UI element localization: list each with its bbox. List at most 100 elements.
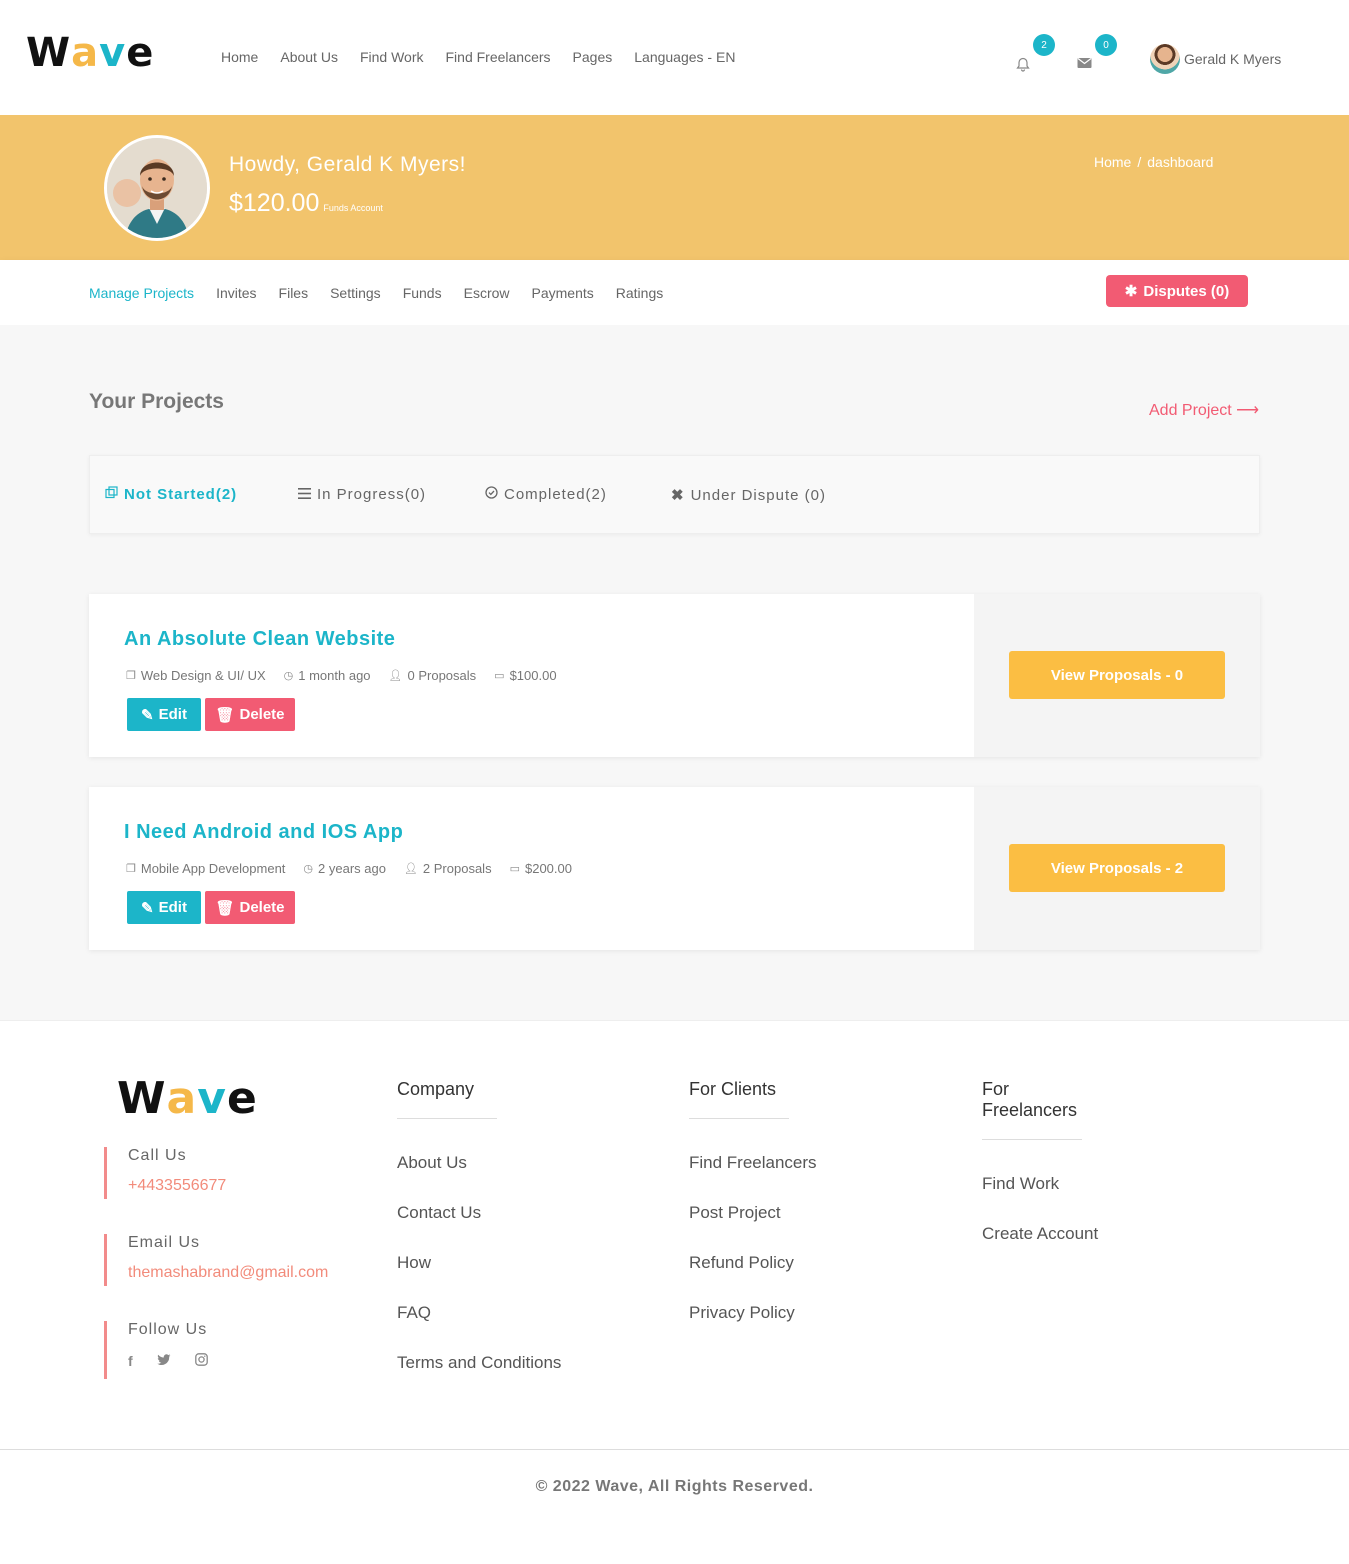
footer-link-refund-policy[interactable]: Refund Policy: [689, 1253, 817, 1273]
project-meta: ❐ Mobile App Development ◷ 2 years ago 👤︎ 2…: [126, 861, 572, 876]
footer-link-how[interactable]: How: [397, 1253, 561, 1273]
tab-in-progress-label: In Progress(0): [317, 486, 427, 503]
notifications-badge: 2: [1033, 34, 1055, 56]
tab-payments[interactable]: Payments: [532, 285, 594, 301]
tab-funds[interactable]: Funds: [403, 285, 442, 301]
instagram-icon[interactable]: [194, 1353, 208, 1369]
nav-home[interactable]: Home: [221, 49, 258, 65]
footer-link-faq[interactable]: FAQ: [397, 1303, 561, 1323]
close-icon: ✖: [671, 487, 685, 504]
project-meta: ❐ Web Design & UI/ UX ◷ 1 month ago 👤︎ 0 Pr…: [126, 668, 557, 683]
footer-link-about-us[interactable]: About Us: [397, 1153, 561, 1173]
delete-button[interactable]: 🗑︎ Delete: [205, 891, 295, 924]
breadcrumb-home[interactable]: Home: [1094, 154, 1131, 170]
facebook-icon[interactable]: f: [128, 1353, 133, 1369]
user-name: Gerald K Myers: [1184, 51, 1282, 67]
tab-under-dispute-label: Under Dispute (0): [690, 486, 826, 504]
footer-heading: For Freelancers: [982, 1079, 1082, 1140]
tab-completed[interactable]: Completed(2): [485, 486, 607, 503]
footer-link-find-freelancers[interactable]: Find Freelancers: [689, 1153, 817, 1173]
tab-manage-projects[interactable]: Manage Projects: [89, 285, 194, 301]
email-label: Email Us: [128, 1234, 201, 1251]
bell-icon[interactable]: [1012, 53, 1034, 75]
project-card: I Need Android and IOS App ❐ Mobile App D…: [89, 787, 1260, 950]
add-project-link[interactable]: Add Project ⟶: [1149, 400, 1259, 420]
project-title[interactable]: An Absolute Clean Website: [124, 628, 395, 651]
nav-about-us[interactable]: About Us: [280, 49, 338, 65]
tab-settings[interactable]: Settings: [330, 285, 381, 301]
project-proposals: 0 Proposals: [407, 668, 477, 683]
footer-link-privacy-policy[interactable]: Privacy Policy: [689, 1303, 817, 1323]
tab-ratings[interactable]: Ratings: [616, 285, 663, 301]
messages-badge: 0: [1095, 34, 1117, 56]
user-icon: 👤︎: [388, 670, 403, 682]
check-circle-icon: [485, 486, 498, 503]
tab-escrow[interactable]: Escrow: [464, 285, 510, 301]
copyright: © 2022 Wave, All Rights Reserved.: [0, 1449, 1349, 1564]
footer-column-company: Company About Us Contact Us How FAQ Term…: [397, 1079, 561, 1373]
footer-heading: Company: [397, 1079, 497, 1119]
clock-icon: ◷: [303, 863, 314, 875]
project-card: An Absolute Clean Website ❐ Web Design & …: [89, 594, 1260, 757]
tab-files[interactable]: Files: [279, 285, 309, 301]
user-menu[interactable]: Gerald K Myers: [1150, 44, 1281, 74]
tab-in-progress[interactable]: In Progress(0): [298, 486, 426, 503]
project-posted: 1 month ago: [298, 668, 371, 683]
project-budget: $100.00: [509, 668, 557, 683]
nav-find-freelancers[interactable]: Find Freelancers: [446, 49, 551, 65]
site-footer: Wave Call Us +4433556677 Email Us themas…: [0, 1020, 1349, 1448]
money-icon: ▭: [494, 670, 505, 682]
breadcrumb-current: dashboard: [1147, 154, 1214, 170]
twitter-icon[interactable]: [156, 1353, 171, 1369]
footer-link-contact-us[interactable]: Contact Us: [397, 1203, 561, 1223]
envelope-icon[interactable]: [1073, 52, 1095, 74]
category-icon: ❐: [126, 863, 136, 875]
footer-column-clients: For Clients Find Freelancers Post Projec…: [689, 1079, 817, 1323]
footer-link-post-project[interactable]: Post Project: [689, 1203, 817, 1223]
tab-not-started-label: Not Started(2): [124, 486, 238, 503]
edit-button[interactable]: ✎ Edit: [127, 891, 201, 924]
project-posted: 2 years ago: [318, 861, 386, 876]
wave-logo-footer[interactable]: Wave: [117, 1073, 258, 1124]
clock-icon: ◷: [283, 670, 294, 682]
delete-label: Delete: [239, 706, 285, 723]
project-budget: $200.00: [524, 861, 572, 876]
list-icon: [298, 486, 311, 503]
main-nav: Home About Us Find Work Find Freelancers…: [221, 49, 735, 65]
project-status-tabs: Not Started(2) In Progress(0) Completed(…: [89, 455, 1260, 534]
call-label: Call Us: [128, 1147, 187, 1164]
nav-pages[interactable]: Pages: [573, 49, 613, 65]
add-project-label: Add Project: [1149, 402, 1232, 419]
edit-button[interactable]: ✎ Edit: [127, 698, 201, 731]
nav-find-work[interactable]: Find Work: [360, 49, 424, 65]
project-category: Mobile App Development: [140, 861, 286, 876]
project-proposals: 2 Proposals: [422, 861, 492, 876]
balance-label: Funds Account: [323, 203, 383, 213]
footer-link-create-account[interactable]: Create Account: [982, 1224, 1098, 1244]
tab-under-dispute[interactable]: ✖ Under Dispute (0): [671, 486, 826, 505]
view-proposals-button[interactable]: View Proposals - 0: [1009, 651, 1225, 699]
delete-button[interactable]: 🗑︎ Delete: [205, 698, 295, 731]
top-header: Wave Home About Us Find Work Find Freela…: [0, 0, 1349, 115]
nav-languages[interactable]: Languages - EN: [634, 49, 735, 65]
money-icon: ▭: [509, 863, 520, 875]
proposals-panel: View Proposals - 2: [974, 787, 1260, 950]
copy-icon: [105, 486, 118, 503]
phone-link[interactable]: +4433556677: [128, 1177, 226, 1195]
edit-icon: ✎: [141, 899, 154, 917]
category-icon: ❐: [126, 670, 136, 682]
main-content: Your Projects Add Project ⟶ Not Started(…: [0, 325, 1349, 1020]
wave-logo[interactable]: Wave: [26, 30, 154, 76]
email-link[interactable]: themashabrand@gmail.com: [128, 1264, 328, 1282]
trash-icon: 🗑︎: [215, 706, 235, 724]
footer-link-terms[interactable]: Terms and Conditions: [397, 1353, 561, 1373]
view-proposals-button[interactable]: View Proposals - 2: [1009, 844, 1225, 892]
breadcrumb: Home / dashboard: [1094, 154, 1213, 170]
project-title[interactable]: I Need Android and IOS App: [124, 821, 403, 844]
dashboard-nav: Manage Projects Invites Files Settings F…: [0, 260, 1349, 325]
tab-invites[interactable]: Invites: [216, 285, 256, 301]
profile-avatar: [104, 135, 210, 241]
tab-not-started[interactable]: Not Started(2): [105, 486, 237, 503]
footer-link-find-work[interactable]: Find Work: [982, 1174, 1098, 1194]
disputes-button[interactable]: ✱ Disputes (0): [1106, 275, 1248, 307]
